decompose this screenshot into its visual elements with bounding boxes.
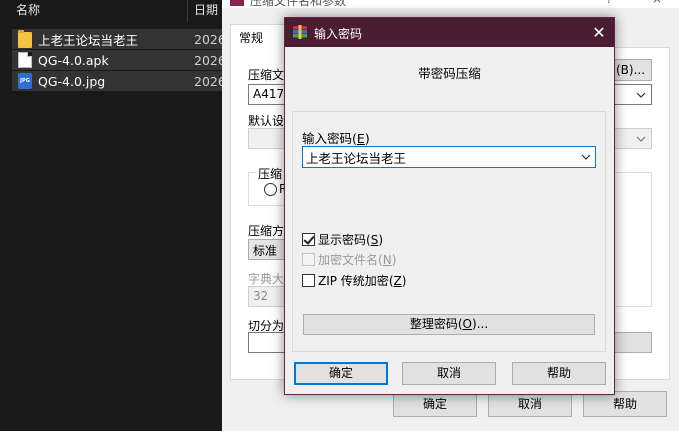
file-name: QG-4.0.jpg <box>38 73 106 89</box>
archive-dialog-title: 压缩文件名和参数 <box>250 0 347 8</box>
file-row-apk[interactable]: QG-4.0.apk 2026 <box>12 50 222 70</box>
split-field[interactable] <box>248 332 286 353</box>
file-icon <box>18 52 32 68</box>
default-profile-label: 默认设 <box>248 114 285 128</box>
close-icon[interactable]: × <box>652 0 662 6</box>
browse-button[interactable]: (B)... <box>610 59 652 81</box>
file-explorer: 名称 日期 上老王论坛当老王 2026 QG-4.0.apk 2026 JPG … <box>0 0 222 431</box>
password-cancel-button[interactable]: 取消 <box>402 362 496 385</box>
file-date: 2026 <box>194 52 222 68</box>
profile-field[interactable] <box>248 128 286 149</box>
file-name: QG-4.0.apk <box>38 52 109 68</box>
winrar-icon <box>230 0 244 6</box>
file-row-folder[interactable]: 上老王论坛当老王 2026 <box>12 29 222 49</box>
help-icon[interactable]: ? <box>606 0 612 6</box>
file-row-jpg[interactable]: JPG QG-4.0.jpg 2026 <box>12 71 222 91</box>
options-group <box>614 172 652 307</box>
archive-dialog-titlebar: 压缩文件名和参数 ? × <box>222 0 679 8</box>
format-group-label: 压缩 <box>256 165 285 182</box>
image-file-icon: JPG <box>18 73 32 89</box>
format-radio[interactable] <box>264 183 277 196</box>
chevron-down-icon[interactable] <box>579 150 593 164</box>
chevron-down-icon <box>636 136 646 142</box>
password-combobox[interactable] <box>302 146 596 168</box>
file-name: 上老王论坛当老王 <box>38 32 139 48</box>
archive-name-dropdown[interactable] <box>614 84 652 105</box>
split-dropdown[interactable] <box>614 332 652 353</box>
archive-name-field[interactable]: A4176 <box>248 84 292 105</box>
checkbox-unchecked <box>302 253 315 266</box>
password-label: 输入密码(E) <box>302 131 370 146</box>
winrar-icon <box>293 25 307 39</box>
tab-general[interactable]: 常规 <box>230 24 286 48</box>
checkbox-unchecked[interactable] <box>302 274 315 287</box>
show-password-label: 显示密码(S) <box>318 233 384 247</box>
dictionary-select[interactable]: 32 <box>248 286 286 307</box>
dictionary-label: 字典大 <box>248 272 285 286</box>
show-password-checkbox[interactable]: 显示密码(S) <box>302 231 383 248</box>
password-ok-button[interactable]: 确定 <box>294 362 388 385</box>
method-label: 压缩方 <box>248 224 285 238</box>
checkbox-checked[interactable] <box>302 233 315 246</box>
archive-name-label: 压缩文 <box>248 68 285 82</box>
file-date: 2026 <box>194 31 222 47</box>
password-dialog-title: 输入密码 <box>314 27 363 41</box>
password-dialog-heading: 带密码压缩 <box>418 66 481 81</box>
enter-password-dialog: 输入密码 ✕ 带密码压缩 输入密码(E) 显示密码(S) 加密文件名(N) ZI… <box>284 17 615 395</box>
folder-icon <box>18 30 32 48</box>
password-input[interactable] <box>306 148 576 166</box>
column-header-date[interactable]: 日期 <box>194 0 218 24</box>
encrypt-filenames-label: 加密文件名(N) <box>318 253 397 267</box>
column-header-name[interactable]: 名称 <box>16 0 40 24</box>
profile-dropdown[interactable] <box>614 128 652 149</box>
file-date: 2026 <box>194 73 222 89</box>
zip-legacy-encryption-label: ZIP 传统加密(Z) <box>318 274 407 288</box>
encrypt-filenames-checkbox: 加密文件名(N) <box>302 251 396 268</box>
organize-passwords-button[interactable]: 整理密码(O)... <box>303 314 595 335</box>
method-select[interactable]: 标准 <box>248 239 286 260</box>
chevron-down-icon <box>636 92 646 98</box>
password-dialog-titlebar[interactable]: 输入密码 ✕ <box>285 18 614 47</box>
password-help-button[interactable]: 帮助 <box>512 362 606 385</box>
zip-legacy-encryption-checkbox[interactable]: ZIP 传统加密(Z) <box>302 272 406 289</box>
column-divider[interactable] <box>187 0 188 22</box>
close-icon[interactable]: ✕ <box>585 20 613 46</box>
